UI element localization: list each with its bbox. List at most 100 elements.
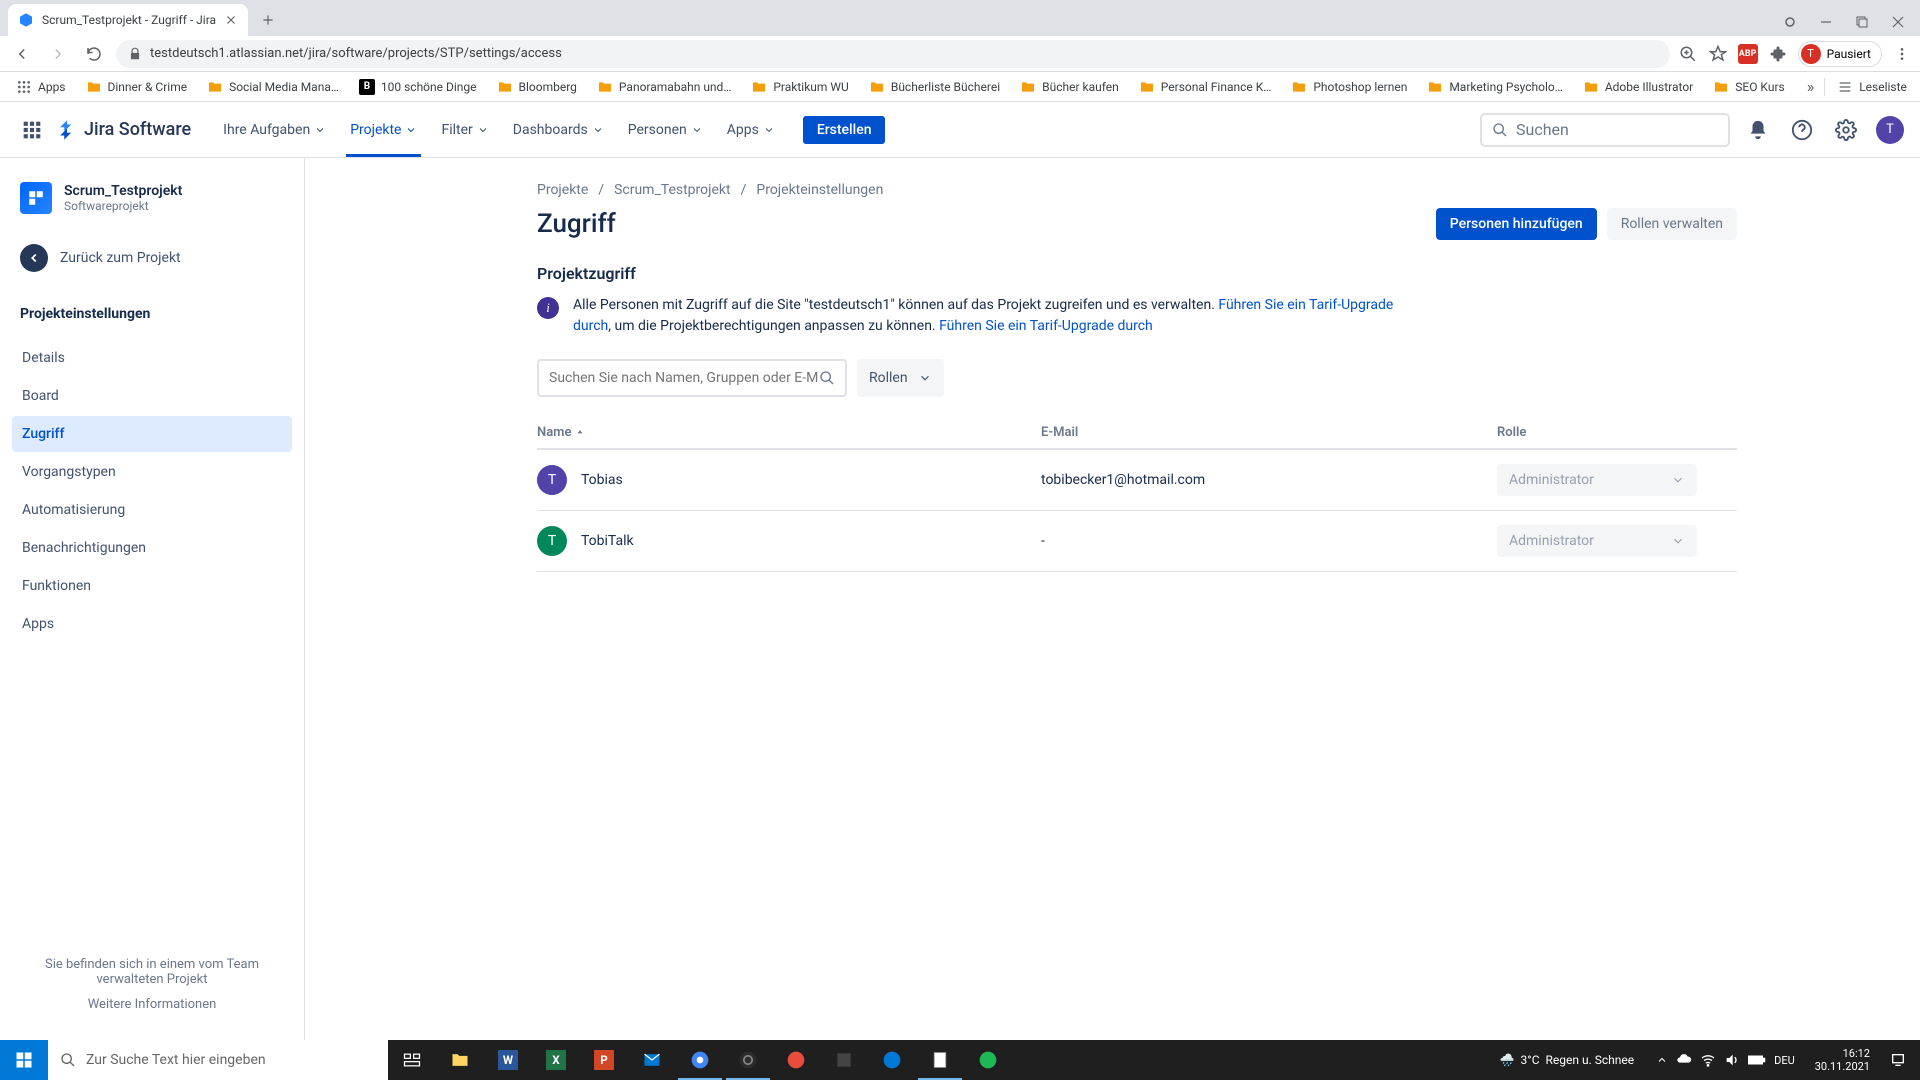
wifi-icon[interactable] (1700, 1052, 1716, 1068)
minimize-button[interactable] (1812, 8, 1840, 36)
browser-tab[interactable]: Scrum_Testprojekt - Zugriff - Jira (8, 4, 248, 36)
sidebar-item-board[interactable]: Board (12, 378, 292, 414)
nav-your-work[interactable]: Ihre Aufgaben (211, 102, 338, 157)
sidebar-item-details[interactable]: Details (12, 340, 292, 376)
roles-filter[interactable]: Rollen (857, 359, 944, 397)
bookmark-item[interactable]: Photoshop lernen (1283, 75, 1415, 99)
sidebar-item-automation[interactable]: Automatisierung (12, 492, 292, 528)
member-name: Tobias (581, 472, 623, 488)
help-icon[interactable] (1786, 114, 1818, 146)
clock[interactable]: 16:12 30.11.2021 (1807, 1047, 1878, 1073)
nav-people[interactable]: Personen (616, 102, 715, 157)
project-header[interactable]: Scrum_Testprojekt Softwareprojekt (12, 178, 292, 218)
nav-apps[interactable]: Apps (715, 102, 787, 157)
weather-widget[interactable]: 🌧️ 3°C Regen u. Schnee (1490, 1053, 1645, 1067)
taskbar-search[interactable]: Zur Suche Text hier eingeben (48, 1040, 388, 1080)
breadcrumb-item[interactable]: Scrum_Testprojekt (614, 182, 731, 198)
menu-icon[interactable] (1892, 44, 1912, 64)
search-input[interactable]: Suchen (1480, 113, 1730, 147)
sidebar-item-access[interactable]: Zugriff (12, 416, 292, 452)
extensions-icon[interactable] (1768, 44, 1788, 64)
reading-list[interactable]: Leseliste (1829, 75, 1915, 99)
nav-filters[interactable]: Filter (429, 102, 500, 157)
role-select[interactable]: Administrator (1497, 464, 1697, 496)
col-header-name[interactable]: Name (537, 425, 1041, 440)
bookmark-item[interactable]: Bücher kaufen (1012, 75, 1127, 99)
settings-icon[interactable] (1830, 114, 1862, 146)
chrome-icon[interactable] (676, 1040, 724, 1080)
mail-icon[interactable] (628, 1040, 676, 1080)
zoom-icon[interactable] (1678, 44, 1698, 64)
apps-shortcut[interactable]: Apps (8, 75, 74, 99)
jira-logo[interactable]: Jira Software (56, 119, 191, 141)
app-switcher-icon[interactable] (16, 114, 48, 146)
language-indicator[interactable]: DEU (1774, 1054, 1795, 1067)
bookmark-item[interactable]: Bücherliste Bücherei (861, 75, 1008, 99)
upgrade-link[interactable]: Führen Sie ein Tarif-Upgrade durch (939, 318, 1153, 334)
sidebar-item-issue-types[interactable]: Vorgangstypen (12, 454, 292, 490)
table-row: T Tobias tobibecker1@hotmail.com Adminis… (537, 450, 1737, 511)
excel-icon[interactable]: X (532, 1040, 580, 1080)
bookmark-item[interactable]: Panoramabahn und… (589, 75, 739, 99)
bookmark-item[interactable]: Dinner & Crime (78, 75, 196, 99)
task-view-icon[interactable] (388, 1040, 436, 1080)
new-tab-button[interactable] (254, 6, 282, 34)
notifications-icon[interactable] (1882, 1052, 1914, 1068)
col-header-role[interactable]: Rolle (1497, 425, 1737, 440)
forward-button[interactable] (44, 40, 72, 68)
add-people-button[interactable]: Personen hinzufügen (1436, 208, 1597, 240)
breadcrumb-item[interactable]: Projekte (537, 182, 588, 198)
col-header-email[interactable]: E-Mail (1041, 425, 1497, 440)
app-icon[interactable] (820, 1040, 868, 1080)
manage-roles-button[interactable]: Rollen verwalten (1607, 208, 1737, 240)
app-icon[interactable] (772, 1040, 820, 1080)
nav-projects[interactable]: Projekte (338, 102, 429, 157)
sidebar-item-apps[interactable]: Apps (12, 606, 292, 642)
member-search-input[interactable] (537, 359, 847, 397)
sidebar-more-info-link[interactable]: Weitere Informationen (20, 997, 284, 1012)
project-type: Softwareprojekt (64, 199, 182, 213)
url-field[interactable]: testdeutsch1.atlassian.net/jira/software… (116, 40, 1670, 68)
bookmark-item[interactable]: Marketing Psycholo… (1419, 75, 1570, 99)
spotify-icon[interactable] (964, 1040, 1012, 1080)
bookmark-item[interactable]: Praktikum WU (743, 75, 856, 99)
profile-dot-icon[interactable] (1776, 8, 1804, 36)
role-select[interactable]: Administrator (1497, 525, 1697, 557)
back-button[interactable] (8, 40, 36, 68)
start-button[interactable] (0, 1040, 48, 1080)
notepad-icon[interactable] (916, 1040, 964, 1080)
breadcrumb-item[interactable]: Projekteinstellungen (756, 182, 883, 198)
onedrive-icon[interactable] (1676, 1052, 1692, 1068)
volume-icon[interactable] (1724, 1052, 1740, 1068)
bookmark-item[interactable]: SEO Kurs (1705, 75, 1792, 99)
notifications-icon[interactable] (1742, 114, 1774, 146)
bookmark-item[interactable]: Bloomberg (489, 75, 585, 99)
bookmark-item[interactable]: B100 schöne Dinge (351, 75, 485, 99)
bookmark-item[interactable]: Social Media Mana… (199, 75, 347, 99)
explorer-icon[interactable] (436, 1040, 484, 1080)
sidebar-item-features[interactable]: Funktionen (12, 568, 292, 604)
powerpoint-icon[interactable]: P (580, 1040, 628, 1080)
close-icon[interactable] (224, 13, 238, 27)
sidebar-item-notifications[interactable]: Benachrichtigungen (12, 530, 292, 566)
obs-icon[interactable] (724, 1040, 772, 1080)
maximize-button[interactable] (1848, 8, 1876, 36)
bookmark-overflow[interactable]: » (1801, 73, 1821, 100)
nav-dashboards[interactable]: Dashboards (501, 102, 616, 157)
back-to-project[interactable]: Zurück zum Projekt (12, 236, 292, 280)
word-icon[interactable]: W (484, 1040, 532, 1080)
star-icon[interactable] (1708, 44, 1728, 64)
create-button[interactable]: Erstellen (803, 116, 886, 144)
abp-extension-icon[interactable]: ABP (1738, 44, 1758, 64)
bookmarks-bar: Apps Dinner & Crime Social Media Mana… B… (0, 72, 1920, 102)
user-avatar[interactable]: T (1876, 116, 1904, 144)
bookmark-item[interactable]: Adobe Illustrator (1575, 75, 1701, 99)
profile-chip[interactable]: T Pausiert (1798, 41, 1882, 67)
reload-button[interactable] (80, 40, 108, 68)
edge-icon[interactable] (868, 1040, 916, 1080)
close-window-button[interactable] (1884, 8, 1912, 36)
bookmark-item[interactable]: Personal Finance K… (1131, 75, 1280, 99)
battery-icon[interactable] (1748, 1054, 1766, 1066)
tray-chevron-icon[interactable] (1656, 1054, 1668, 1066)
member-search-field[interactable] (549, 370, 819, 386)
